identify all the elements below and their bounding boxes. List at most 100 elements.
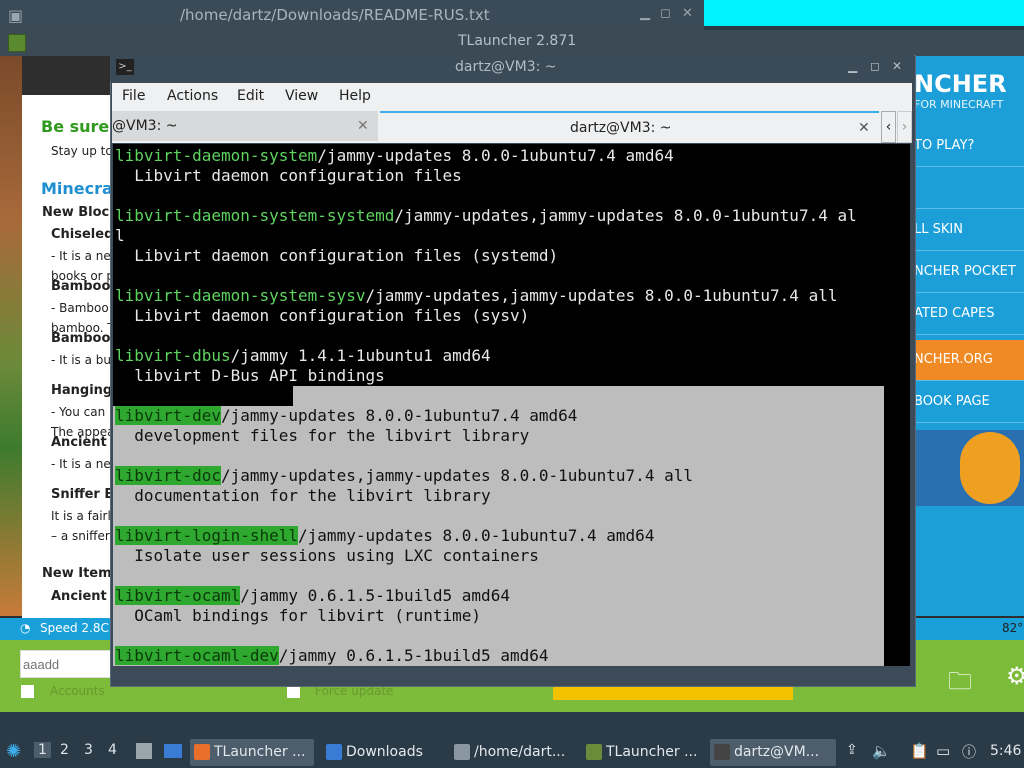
taskbar-item[interactable]: TLauncher ...: [190, 739, 314, 766]
terminal-menubar: File Actions Edit View Help: [112, 83, 912, 111]
network-icon[interactable]: ▭: [936, 742, 950, 760]
package-info: /jammy-updates 8.0.0-1ubuntu7.4 amd64: [298, 526, 655, 545]
maximize-icon[interactable]: ◻: [870, 59, 880, 73]
terminal-line: libvirt-dbus/jammy 1.4.1-1ubuntu1 amd64: [115, 346, 491, 366]
terminal-title: dartz@VM3: ~: [455, 59, 557, 75]
promo-banner[interactable]: [910, 430, 1024, 506]
workspace-1[interactable]: 1: [34, 742, 51, 758]
tab-label: @VM3: ~: [112, 118, 178, 134]
taskbar-item-label: TLauncher ...: [214, 744, 306, 760]
clipboard-icon[interactable]: 📋: [910, 742, 929, 760]
volume-icon[interactable]: 🔈: [872, 742, 891, 760]
package-name: libvirt-ocaml-dev: [115, 646, 279, 665]
taskbar-app-icon: [714, 744, 730, 760]
tab-scroll-left-icon[interactable]: ‹: [881, 111, 896, 143]
tab-scroll-right-icon[interactable]: ›: [897, 111, 912, 143]
package-info: Libvirt daemon configuration files: [115, 166, 462, 185]
tlauncher-menu-item[interactable]: ATED CAPES: [910, 294, 1024, 335]
tlauncher-menu-item[interactable]: LL SKIN: [910, 210, 1024, 251]
workspace-2[interactable]: 2: [60, 742, 69, 758]
tab-close-icon[interactable]: ✕: [357, 111, 369, 141]
tlauncher-brand-sub: FOR MINECRAFT: [914, 98, 1004, 111]
package-info: /jammy-updates 8.0.0-1ubuntu7.4 amd64: [220, 406, 578, 425]
tlauncher-menu-item[interactable]: BOOK PAGE: [910, 382, 1024, 423]
close-icon[interactable]: ✕: [682, 6, 693, 21]
taskbar-item-label: Downloads: [346, 744, 423, 760]
package-info: /jammy-updates,jammy-updates 8.0.0-1ubun…: [220, 466, 693, 485]
accounts-label: Accounts: [50, 684, 105, 698]
tlauncher-titlebar[interactable]: TLauncher 2.871: [0, 30, 1024, 56]
terminal-titlebar[interactable]: >_ dartz@VM3: ~ ▁ ◻ ✕: [110, 55, 914, 81]
taskbar-item[interactable]: dartz@VM...: [710, 739, 836, 766]
tab-inactive[interactable]: @VM3: ~ ✕: [112, 111, 378, 141]
tlauncher-menu-item[interactable]: NCHER.ORG: [910, 340, 1024, 381]
package-info: libvirt D-Bus API bindings: [115, 366, 385, 385]
accounts-checkbox[interactable]: [21, 685, 34, 698]
account-input[interactable]: [20, 650, 114, 678]
terminal-line: Libvirt daemon configuration files (sysv…: [115, 306, 529, 326]
menu-view[interactable]: View: [285, 88, 318, 104]
package-info: /jammy 0.6.1.5-1build5 amd64: [278, 646, 549, 665]
readme-window-titlebar[interactable]: ▣ /home/dartz/Downloads/README-RUS.txt ▁…: [0, 0, 704, 30]
close-icon[interactable]: ✕: [892, 59, 902, 73]
terminal-line: l: [115, 226, 125, 246]
folder-icon[interactable]: 🗀: [948, 664, 972, 705]
taskbar-app-icon: [454, 744, 470, 760]
tab-active[interactable]: dartz@VM3: ~ ✕: [380, 111, 879, 143]
terminal-app-icon[interactable]: >_: [116, 59, 134, 75]
taskbar-app-icon: [586, 744, 602, 760]
terminal-line: libvirt-daemon-system-sysv/jammy-updates…: [115, 286, 837, 306]
tab-label: dartz@VM3: ~: [570, 120, 672, 136]
workspace-4[interactable]: 4: [108, 742, 117, 758]
minimize-icon[interactable]: ▁: [640, 6, 650, 21]
selection-notch: [113, 386, 293, 406]
updates-icon[interactable]: ⇪: [846, 742, 858, 758]
workspace-3[interactable]: 3: [84, 742, 93, 758]
file-manager-launcher-icon[interactable]: [136, 743, 152, 759]
tlauncher-menu-item[interactable]: TO PLAY?: [910, 126, 1024, 167]
settings-gear-icon[interactable]: ⚙: [1006, 662, 1024, 690]
terminal-line: libvirt-dev/jammy-updates 8.0.0-1ubuntu7…: [115, 406, 577, 426]
tlauncher-menu-item[interactable]: [910, 168, 1024, 209]
minimize-icon[interactable]: ▁: [848, 59, 857, 73]
clock[interactable]: 5:46: [990, 743, 1021, 759]
package-info: Libvirt daemon configuration files (syst…: [115, 246, 559, 265]
tlauncher-menu-label: LL SKIN: [914, 222, 963, 237]
tab-close-icon[interactable]: ✕: [858, 113, 870, 143]
terminal-line: libvirt D-Bus API bindings: [115, 366, 385, 386]
notification-icon[interactable]: ⓘ: [962, 742, 976, 762]
maximize-icon[interactable]: ◻: [660, 6, 671, 21]
menu-edit[interactable]: Edit: [237, 88, 264, 104]
readme-window-title: /home/dartz/Downloads/README-RUS.txt: [180, 6, 490, 24]
tlauncher-background-art: [0, 56, 22, 616]
tlauncher-title: TLauncher 2.871: [458, 33, 577, 49]
start-menu-icon[interactable]: ✺: [6, 741, 21, 762]
tlauncher-menu-item[interactable]: NCHER POCKET: [910, 252, 1024, 293]
taskbar-item[interactable]: Downloads: [322, 739, 446, 766]
terminal-line: libvirt-ocaml-dev/jammy 0.6.1.5-1build5 …: [115, 646, 548, 666]
package-info: development files for the libvirt librar…: [115, 426, 530, 445]
package-name: libvirt-ocaml: [115, 586, 241, 605]
terminal-line: Libvirt daemon configuration files (syst…: [115, 246, 558, 266]
tlauncher-app-icon: [8, 34, 26, 52]
taskbar-item-label: /home/dart...: [474, 744, 566, 760]
package-info: OCaml bindings for libvirt (runtime): [115, 606, 482, 625]
menu-help[interactable]: Help: [339, 88, 371, 104]
package-info: /jammy-updates 8.0.0-1ubuntu7.4 amd64: [317, 146, 674, 165]
package-info: documentation for the libvirt library: [115, 486, 491, 505]
taskbar-item[interactable]: TLauncher ...: [582, 739, 706, 766]
package-info: Isolate user sessions using LXC containe…: [115, 546, 539, 565]
package-name: libvirt-daemon-system-systemd: [115, 206, 395, 225]
package-name: libvirt-dev: [115, 406, 221, 425]
news-item-text: It is a fairly: [51, 509, 118, 523]
menu-actions[interactable]: Actions: [167, 88, 218, 104]
package-name: libvirt-doc: [115, 466, 221, 485]
taskbar-item[interactable]: /home/dart...: [450, 739, 576, 766]
window-menu-icon[interactable]: ▣: [8, 6, 23, 25]
tlauncher-news-panel: Be sure t Stay up to Minecrat New Blocks…: [22, 95, 128, 620]
menu-file[interactable]: File: [122, 88, 145, 104]
tlauncher-menu-label: TO PLAY?: [914, 138, 975, 153]
terminal-line: documentation for the libvirt library: [115, 486, 491, 506]
show-desktop-icon[interactable]: [164, 744, 182, 758]
speed-text: Speed 2.8C: [40, 621, 109, 635]
